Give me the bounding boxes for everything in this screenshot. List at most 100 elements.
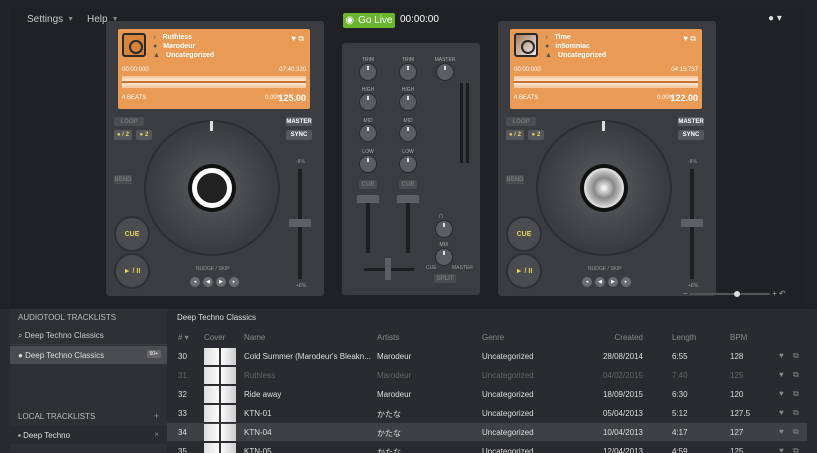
sidebar-item-deep-techno[interactable]: ▪ Deep Techno ×	[10, 426, 167, 444]
external-link-icon[interactable]: ⧉	[690, 34, 696, 43]
nudge-back-icon[interactable]: ◂	[582, 277, 592, 287]
sidebar-item-deep-techno-classics[interactable]: ● Deep Techno Classics 50+	[10, 346, 167, 364]
nudge-forward-icon[interactable]: ▸	[229, 277, 239, 287]
deck-b-double-button[interactable]: ● 2	[528, 130, 544, 140]
col-artists[interactable]: Artists	[377, 333, 399, 342]
external-link-icon[interactable]: ⧉	[793, 446, 799, 453]
settings-menu[interactable]: Settings ▼	[27, 14, 74, 25]
channel-a-fader[interactable]	[357, 195, 379, 203]
deck-a-play-button[interactable]: ► / II	[116, 255, 148, 287]
table-row[interactable]: 35 KTN-05 かたな Uncategorized 12/04/2013 4:59 12…	[167, 442, 807, 453]
high-b-knob[interactable]	[400, 94, 416, 110]
col-cover[interactable]: Cover	[204, 333, 225, 342]
heart-icon[interactable]: ♥	[779, 389, 784, 398]
high-a-knob[interactable]	[360, 94, 376, 110]
deck-a-double-button[interactable]: ● 2	[136, 130, 152, 140]
skip-back-icon[interactable]: ◀	[203, 277, 213, 287]
deck-b-waveform[interactable]	[514, 76, 698, 88]
cell-artists: かたな	[377, 429, 401, 438]
external-link-icon[interactable]: ⧉	[793, 370, 799, 380]
table-row[interactable]: 30 Cold Summer (Marodeur's Bleakn... Marod…	[167, 347, 807, 365]
cell-length: 4:17	[672, 428, 688, 437]
heart-icon[interactable]: ♥	[779, 351, 784, 360]
deck-a-master-button[interactable]: MASTER	[286, 117, 312, 126]
low-a-knob[interactable]	[360, 156, 376, 172]
deck-a-sync-button[interactable]: SYNC	[286, 130, 312, 140]
heart-icon[interactable]: ♥	[779, 408, 784, 417]
broadcast-icon: ◉	[345, 15, 355, 26]
heart-icon[interactable]: ♥	[779, 370, 784, 379]
heart-icon[interactable]: ♥	[779, 427, 784, 436]
split-button[interactable]: SPLIT	[434, 274, 456, 283]
low-b-knob[interactable]	[400, 156, 416, 172]
crossfader[interactable]	[385, 258, 391, 280]
zoom-out-button[interactable]: −	[683, 289, 688, 298]
deck-a-waveform[interactable]	[122, 76, 306, 88]
deck-b-track-info: ♪ Time ● in5omniac ▲ Uncategorized ♥ ⧉ 00:0…	[510, 29, 702, 109]
deck-b-half-button[interactable]: ● / 2	[506, 130, 524, 140]
nudge-back-icon[interactable]: ◂	[190, 277, 200, 287]
go-live-button[interactable]: ◉ Go Live	[343, 13, 395, 28]
track-cover	[204, 405, 236, 422]
table-row[interactable]: 33 KTN-01 かたな Uncategorized 05/04/2013 5:12 12…	[167, 404, 807, 422]
undo-icon[interactable]: ↶	[779, 289, 786, 298]
external-link-icon[interactable]: ⧉	[793, 389, 799, 399]
cue-a-button[interactable]: CUE	[359, 180, 377, 189]
nudge-forward-icon[interactable]: ▸	[621, 277, 631, 287]
heart-icon[interactable]: ♥	[291, 34, 296, 43]
add-tracklist-button[interactable]: +	[154, 411, 159, 421]
heart-icon[interactable]: ♥	[779, 446, 784, 453]
tracklist-search[interactable]: ⌕ Deep Techno Classics	[10, 327, 167, 345]
col-bpm[interactable]: BPM	[730, 333, 747, 342]
external-link-icon[interactable]: ⧉	[793, 427, 799, 437]
table-row[interactable]: 31 Ruthless Marodeur Uncategorized 04/02/201…	[167, 366, 807, 384]
external-link-icon[interactable]: ⧉	[298, 34, 304, 43]
deck-a-bend-button[interactable]: BEND	[114, 175, 132, 184]
deck-b-loop-button[interactable]: LOOP	[506, 117, 536, 126]
external-link-icon[interactable]: ⧉	[793, 408, 799, 418]
zoom-handle[interactable]	[733, 290, 740, 297]
skip-back-icon[interactable]: ◀	[595, 277, 605, 287]
col-created[interactable]: Created	[597, 333, 643, 342]
trim-a-knob[interactable]	[360, 64, 376, 80]
heart-icon[interactable]: ♥	[683, 34, 688, 43]
deck-a-pitch-fader[interactable]	[289, 219, 311, 227]
zoom-slider[interactable]	[689, 290, 770, 297]
deck-b-pitch-fader[interactable]	[681, 219, 703, 227]
col-length[interactable]: Length	[672, 333, 696, 342]
zoom-in-button[interactable]: +	[772, 289, 777, 298]
table-row[interactable]: 32 Ride away Marodeur Uncategorized 18/09/20…	[167, 385, 807, 403]
cue-b-button[interactable]: CUE	[399, 180, 417, 189]
skip-forward-icon[interactable]: ▶	[608, 277, 618, 287]
channel-b-fader[interactable]	[397, 195, 419, 203]
col-genre[interactable]: Genre	[482, 333, 504, 342]
account-icon[interactable]: ● ▾	[768, 13, 782, 24]
external-link-icon[interactable]: ⧉	[793, 351, 799, 361]
trim-b-knob[interactable]	[400, 64, 416, 80]
close-icon[interactable]: ×	[154, 430, 159, 439]
col-name[interactable]: Name	[244, 333, 265, 342]
mid-a-knob[interactable]	[360, 125, 376, 141]
deck-a-beats[interactable]: 4 BEATS	[122, 95, 146, 101]
cue-mix-knob[interactable]	[436, 249, 452, 265]
deck-b-play-button[interactable]: ► / II	[508, 255, 540, 287]
deck-b-master-button[interactable]: MASTER	[678, 117, 704, 126]
col-num[interactable]: # ▾	[178, 333, 189, 342]
mid-b-knob[interactable]	[400, 125, 416, 141]
deck-a-half-button[interactable]: ● / 2	[114, 130, 132, 140]
deck-b-sync-button[interactable]: SYNC	[678, 130, 704, 140]
deck-b-bend-button[interactable]: BEND	[506, 175, 524, 184]
cue-volume-knob[interactable]	[436, 221, 452, 237]
deck-a-jog-wheel[interactable]	[146, 121, 278, 254]
deck-b-cue-button[interactable]: CUE	[508, 218, 540, 250]
deck-a-loop-button[interactable]: LOOP	[114, 117, 144, 126]
deck-b-jog-wheel[interactable]	[538, 121, 670, 254]
master-knob[interactable]	[437, 64, 453, 80]
skip-forward-icon[interactable]: ▶	[216, 277, 226, 287]
deck-a-artist: Marodeur	[163, 43, 196, 50]
deck-b-beats[interactable]: 4 BEATS	[514, 95, 538, 101]
deck-b-artist: in5omniac	[555, 43, 590, 50]
cell-bpm: 120	[730, 390, 744, 399]
deck-a-cue-button[interactable]: CUE	[116, 218, 148, 250]
table-row[interactable]: 34 KTN-04 かたな Uncategorized 10/04/2013 4:17 12…	[167, 423, 807, 441]
